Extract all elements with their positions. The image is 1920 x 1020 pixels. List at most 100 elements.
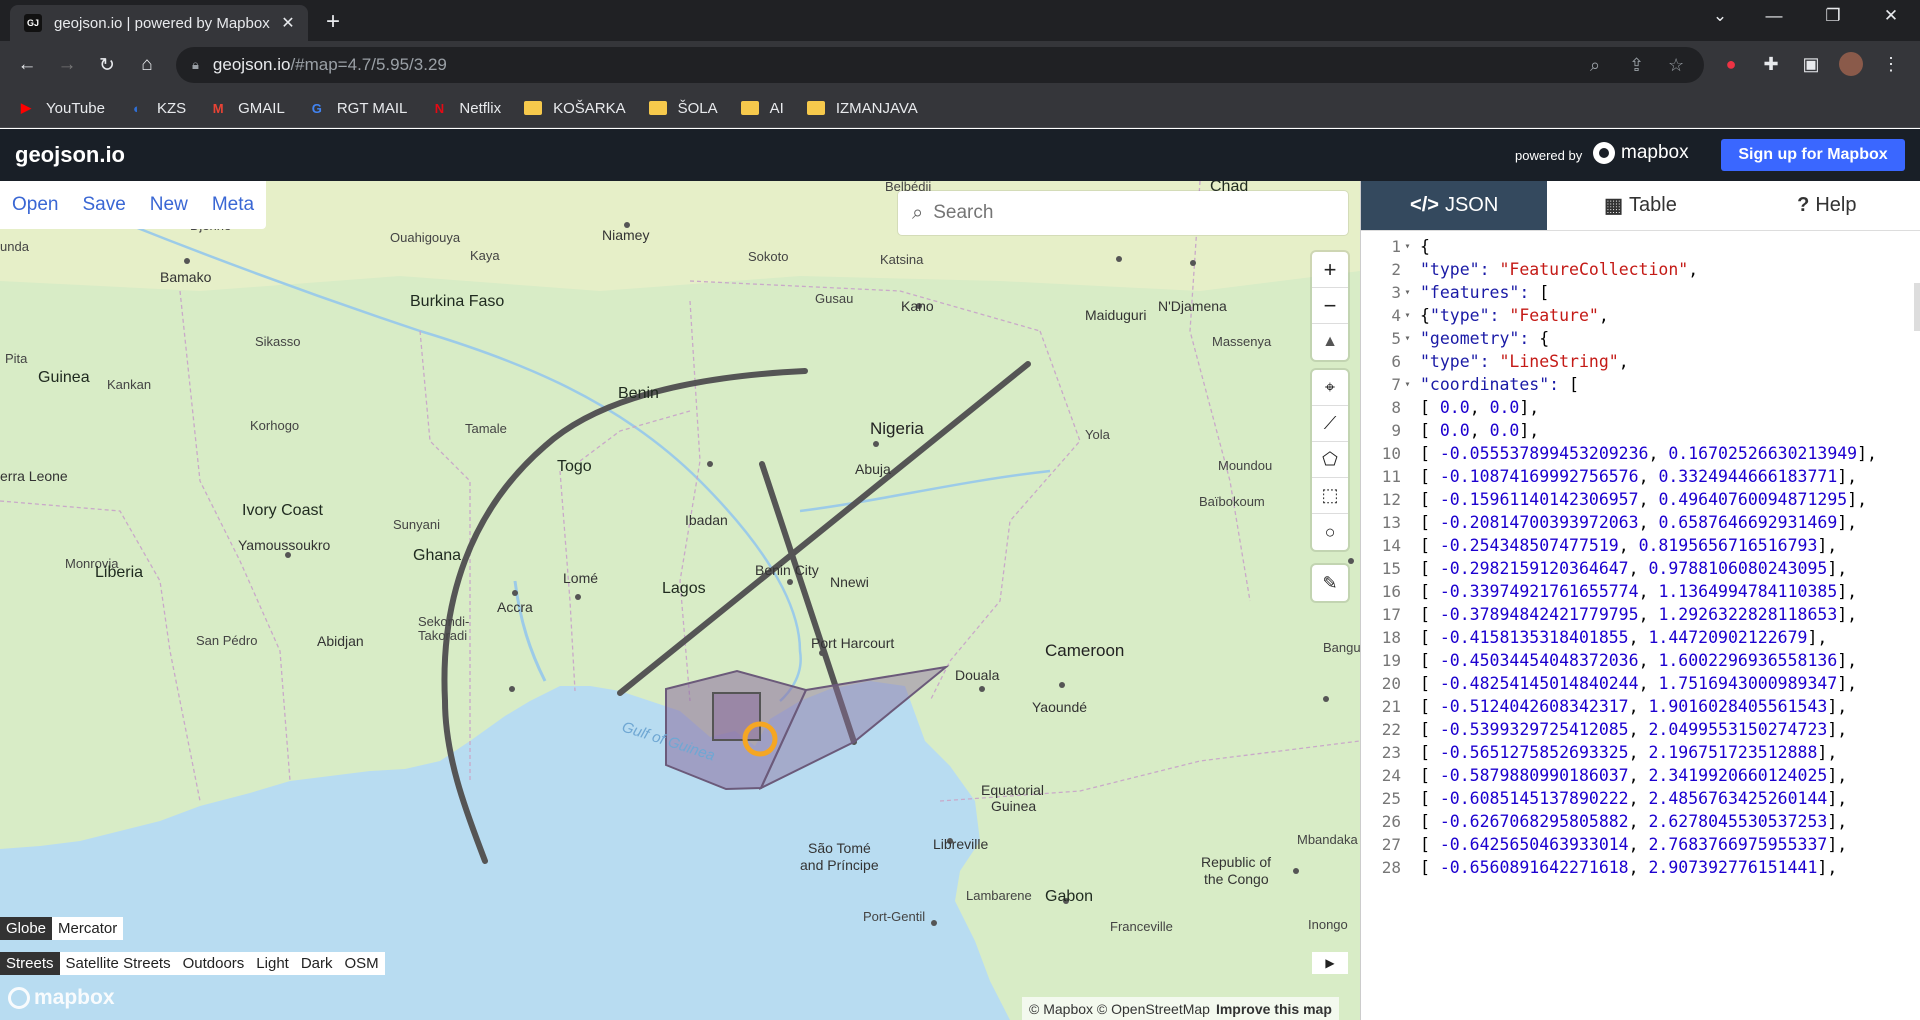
map-label: Takoradi (418, 628, 468, 643)
bookmark-izmanjava[interactable]: IZMANJAVA (806, 100, 918, 117)
map-label: Ibadan (685, 512, 728, 528)
draw-polygon-icon[interactable]: ⬠ (1312, 442, 1348, 478)
back-icon[interactable]: ← (13, 51, 41, 79)
menu-meta[interactable]: Meta (200, 194, 266, 216)
share-icon[interactable]: ⇪ (1629, 55, 1644, 76)
draw-line-icon[interactable]: ⟋ (1312, 406, 1348, 442)
new-tab-icon[interactable]: + (326, 8, 340, 36)
side-panel-icon[interactable]: ▣ (1798, 51, 1824, 77)
style-osm[interactable]: OSM (339, 952, 385, 975)
zoom-in-icon[interactable]: + (1312, 252, 1348, 288)
code-text: {"type": "Feature", (1420, 306, 1609, 325)
fold-arrow-icon[interactable]: ▾ (1401, 379, 1414, 390)
tab-search-chevron-icon[interactable]: ⌄ (1700, 6, 1740, 26)
code-text: [ -0.48254145014840244, 1.75169430009893… (1420, 674, 1858, 693)
mapbox-logo-icon (1593, 142, 1615, 164)
style-streets[interactable]: Streets (0, 952, 60, 975)
bookmark-star-icon[interactable]: ☆ (1668, 55, 1684, 76)
restore-icon[interactable]: ❐ (1813, 6, 1853, 26)
menu-open[interactable]: Open (0, 194, 70, 216)
style-satellite-streets[interactable]: Satellite Streets (60, 952, 177, 975)
fold-arrow-icon[interactable]: ▾ (1401, 310, 1414, 321)
line-number: 14 (1381, 536, 1401, 555)
draw-point-icon[interactable]: ⌖ (1312, 370, 1348, 406)
map-label: Guinea (38, 369, 90, 386)
style-dark[interactable]: Dark (295, 952, 339, 975)
line-number: 28 (1381, 858, 1401, 877)
draw-rectangle-icon[interactable]: ⬚ (1312, 478, 1348, 514)
menu-new[interactable]: New (138, 194, 200, 216)
close-tab-icon[interactable]: ✕ (278, 13, 298, 33)
youtube-icon: ▶ (21, 100, 31, 115)
map-label: Pita (5, 351, 28, 366)
extensions-puzzle-icon[interactable]: ✚ (1758, 51, 1784, 77)
map-label: Gabon (1045, 888, 1094, 905)
search-box[interactable]: ⌕ (898, 191, 1348, 235)
style-light[interactable]: Light (250, 952, 295, 975)
projection-mercator[interactable]: Mercator (52, 917, 124, 940)
home-icon[interactable]: ⌂ (133, 51, 161, 79)
address-bar[interactable]: 🔒︎ geojson.io /#map=4.7/5.95/3.29 ⌕ ⇪ ☆ (176, 47, 1704, 83)
code-text: [ -0.6560891642271618, 2.907392776151441… (1420, 858, 1838, 877)
zoom-search-icon[interactable]: ⌕ (1590, 55, 1600, 76)
zoom-out-icon[interactable]: − (1312, 288, 1348, 324)
fold-arrow-icon[interactable]: ▾ (1401, 287, 1414, 298)
mapbox-header-logo[interactable]: mapbox (1593, 142, 1689, 164)
line-number: 22 (1381, 720, 1401, 739)
bookmark-gmail[interactable]: M GMAIL (208, 100, 285, 117)
line-number: 20 (1381, 674, 1401, 693)
improve-map-link[interactable]: Improve this map (1216, 1001, 1332, 1017)
draw-circle-icon[interactable]: ○ (1312, 514, 1348, 550)
map-label: Lomé (563, 570, 599, 586)
map-attribution: © Mapbox © OpenStreetMap Improve this ma… (1022, 997, 1339, 1020)
bookmark--ola[interactable]: ŠOLA (648, 100, 718, 117)
map-canvas[interactable]: BelbédjiChadundaDjennéOuahigouyaNiameySo… (0, 181, 1360, 1020)
bookmark-ko-arka[interactable]: KOŠARKA (523, 100, 626, 117)
bookmark-label: GMAIL (238, 99, 285, 117)
forward-icon[interactable]: → (53, 51, 81, 79)
window-close-icon[interactable]: ✕ (1871, 6, 1911, 26)
edit-icon[interactable]: ✎ (1312, 565, 1348, 601)
attribution-osm[interactable]: © OpenStreetMap (1097, 1001, 1210, 1017)
signup-button[interactable]: Sign up for Mapbox (1721, 139, 1905, 171)
line-number: 13 (1381, 513, 1401, 532)
minimize-icon[interactable]: — (1754, 6, 1794, 26)
fold-arrow-icon[interactable]: ▾ (1401, 241, 1414, 252)
code-text: [ -0.20814700393972063, 0.65876466929314… (1420, 513, 1858, 532)
bookmark-kzs[interactable]: ◐ KZS (127, 100, 186, 117)
tab-help[interactable]: ? Help (1733, 181, 1920, 231)
style-outdoors[interactable]: Outdoors (177, 952, 251, 975)
code-text: [ -0.37894842421779795, 1.29263228281186… (1420, 605, 1858, 624)
projection-globe[interactable]: Globe (0, 917, 53, 940)
browser-menu-icon[interactable]: ⋮ (1878, 51, 1904, 77)
json-editor[interactable]: 1 ▾{2 "type": "FeatureCollection", 3 ▾ "featu… (1361, 231, 1920, 1020)
map-label: the Congo (1204, 871, 1269, 887)
draw-toolbar: ⌖ ⟋ ⬠ ⬚ ○ (1312, 370, 1348, 550)
menu-save[interactable]: Save (70, 194, 137, 216)
code-text: "features": [ (1420, 283, 1550, 302)
bookmark-rgt-mail[interactable]: G RGT MAIL (307, 100, 408, 117)
attribution-mapbox[interactable]: © Mapbox (1029, 1001, 1093, 1017)
map-label: Benin City (755, 562, 819, 578)
mapbox-map-logo[interactable]: mapbox (8, 986, 115, 1010)
search-input[interactable] (933, 202, 1314, 224)
browser-tab[interactable]: GJ geojson.io | powered by Mapbox ✕ (10, 5, 308, 41)
tab-table[interactable]: ▦ Table (1547, 181, 1734, 231)
compass-icon[interactable]: ▲ (1312, 324, 1348, 360)
reload-icon[interactable]: ↻ (93, 51, 121, 79)
bookmark-youtube[interactable]: ▶ YouTube (16, 100, 105, 117)
line-number: 21 (1381, 697, 1401, 716)
collapse-arrow-icon[interactable]: ▶ (1312, 952, 1348, 974)
fold-arrow-icon[interactable]: ▾ (1401, 333, 1414, 344)
extension-red-icon[interactable]: ● (1718, 51, 1744, 77)
tab-label: JSON (1444, 194, 1499, 216)
bookmark-ai[interactable]: AI (740, 100, 784, 117)
tab-json[interactable]: </> JSON (1361, 181, 1548, 231)
app-brand[interactable]: geojson.io (15, 142, 125, 168)
profile-avatar[interactable] (1838, 51, 1864, 77)
code-text: "coordinates": [ (1420, 375, 1579, 394)
line-number: 27 (1381, 835, 1401, 854)
map-label: Moundou (1218, 458, 1273, 473)
bookmark-netflix[interactable]: N Netflix (429, 100, 501, 117)
folder-icon (648, 100, 668, 116)
